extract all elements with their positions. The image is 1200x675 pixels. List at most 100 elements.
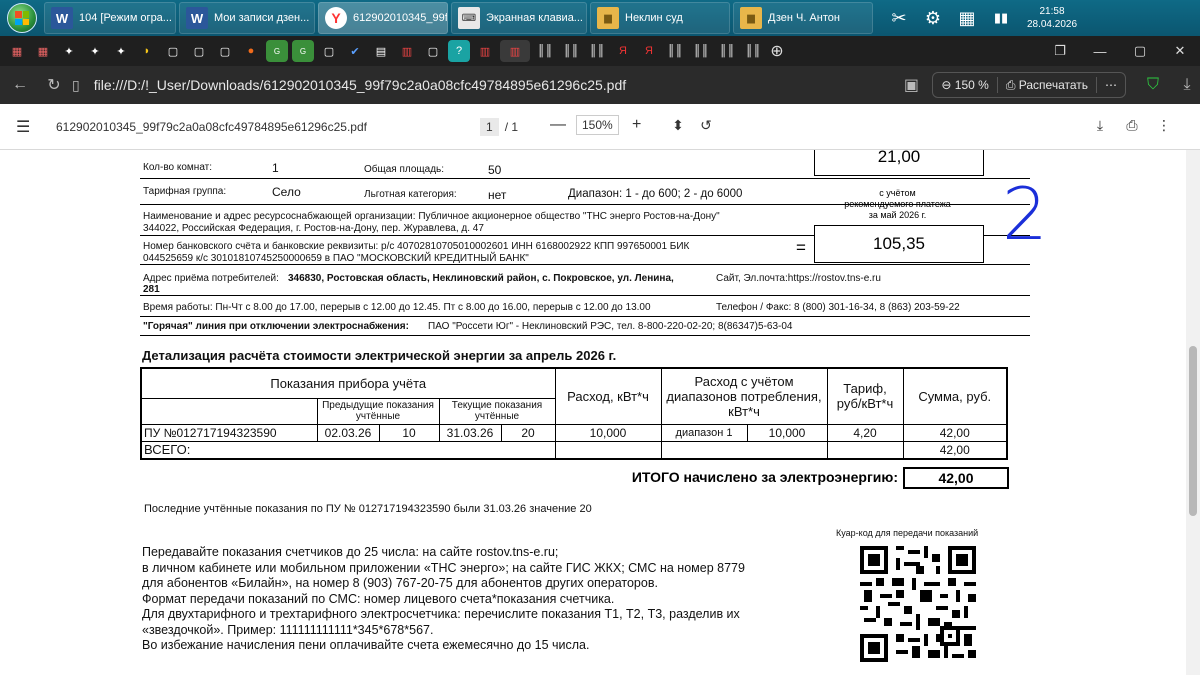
cell-consumption: 10,000: [554, 423, 662, 442]
tab-icon-barcode[interactable]: ║║: [690, 40, 712, 62]
tab-icon-banana[interactable]: ◗: [136, 40, 158, 62]
close-icon[interactable]: ✕: [1160, 43, 1200, 59]
menu-icon[interactable]: ☰: [16, 117, 46, 137]
zoom-out-button[interactable]: —: [548, 116, 568, 134]
page-number-input[interactable]: 1: [480, 118, 499, 136]
last-reading-note: Последние учтённые показания по ПУ № 012…: [144, 503, 592, 515]
tab-icon-question[interactable]: ?: [448, 40, 470, 62]
tab-icon-check[interactable]: ✔: [344, 40, 366, 62]
header-previous-readings: Предыдущие показания учтённые: [316, 397, 440, 425]
tab-icon-barcode[interactable]: ║║: [664, 40, 686, 62]
tab-icon-pdf[interactable]: ▥: [396, 40, 418, 62]
tab-icon-barcode[interactable]: ║║: [716, 40, 738, 62]
maximize-icon[interactable]: ▢: [1120, 43, 1160, 59]
print-label: Распечатать: [1018, 78, 1088, 92]
bank-line-2: 044525659 к/с 30101810745250000659 в ПАО…: [143, 253, 529, 264]
download-icon[interactable]: ⤓: [1174, 76, 1200, 94]
settings-gear-icon[interactable]: ⚙: [916, 3, 950, 33]
more-icon[interactable]: ⋯: [1097, 78, 1125, 92]
download-icon[interactable]: ⤓: [1084, 117, 1116, 134]
protect-shield-icon[interactable]: ⛉: [1140, 72, 1166, 98]
hotline-label: "Горячая" линия при отключении электросн…: [143, 321, 409, 332]
windows-logo-icon: [7, 3, 37, 33]
tab-icon-barcode[interactable]: ║║: [560, 40, 582, 62]
tab-icon-page[interactable]: ▢: [162, 40, 184, 62]
tab-icon-star[interactable]: ✦: [84, 40, 106, 62]
new-tab-plus-icon[interactable]: ⊕: [766, 41, 788, 61]
fit-page-icon[interactable]: ⬍: [664, 117, 692, 134]
cell-range-group: диапазон 1 10,000: [660, 423, 828, 442]
tab-icon-page[interactable]: ▢: [318, 40, 340, 62]
rotate-icon[interactable]: ↺: [692, 117, 720, 134]
tray-network-icon[interactable]: ▮▮: [984, 3, 1018, 33]
tab-manager-icon[interactable]: ❐: [1040, 43, 1080, 59]
address-bold-2: 281: [143, 284, 160, 295]
print-button[interactable]: ⎙ Распечатать: [998, 78, 1096, 93]
browser-tab-strip: ▦ ▦ ✦ ✦ ✦ ◗ ▢ ▢ ▢ ● G G ▢ ✔ ▤ ▥ ▢ ? ▥ ▥ …: [0, 36, 1200, 66]
range-text: Диапазон: 1 - до 600; 2 - до 6000: [568, 188, 743, 200]
table-row: ПУ №012717194323590 02.03.26 10 31.03.26…: [140, 423, 1008, 442]
back-arrow-icon[interactable]: ←: [6, 71, 34, 99]
tab-icon-pdf[interactable]: ▥: [474, 40, 496, 62]
working-hours: Время работы: Пн-Чт с 8.00 до 17.00, пер…: [143, 302, 651, 313]
start-button[interactable]: [0, 0, 44, 36]
cell-prev-value: 10: [378, 423, 440, 442]
tab-icon-barcode[interactable]: ║║: [534, 40, 556, 62]
total-empty: [554, 440, 662, 460]
detail-title: Детализация расчёта стоимости электричес…: [142, 348, 617, 363]
tab-icon-grid[interactable]: ▦: [32, 40, 54, 62]
instruction-line: в личном кабинете или мобильном приложен…: [142, 560, 745, 575]
tab-icon-barcode[interactable]: ║║: [586, 40, 608, 62]
print-icon[interactable]: ⎙: [1116, 117, 1148, 134]
reload-icon[interactable]: ↻: [40, 71, 68, 99]
taskbar-item-folder-1[interactable]: ▆ Неклин суд: [590, 2, 730, 34]
clock[interactable]: 21:58 28.04.2026: [1022, 5, 1082, 31]
tab-icon-green[interactable]: G: [266, 40, 288, 62]
tab-icon-star[interactable]: ✦: [110, 40, 132, 62]
tab-icon-yandex[interactable]: Я: [612, 40, 634, 62]
rooms-label: Кол-во комнат:: [143, 162, 213, 173]
detail-table: Показания прибора учёта Расход, кВт*ч Ра…: [140, 367, 1008, 460]
cell-curr-value: 20: [500, 423, 556, 442]
itogo-value: 42,00: [938, 470, 974, 486]
rooms-value: 1: [272, 161, 279, 175]
tab-icon-page[interactable]: ▢: [422, 40, 444, 62]
pdf-zoom-value[interactable]: 150%: [576, 115, 619, 135]
total-with-recommended-box: 105,35: [814, 225, 984, 263]
tab-icon-page[interactable]: ▢: [188, 40, 210, 62]
taskbar-item-word-2[interactable]: W Мои записи дзен...: [179, 2, 315, 34]
header-tariff: Тариф, руб/кВт*ч: [826, 367, 904, 425]
tab-icon-yandex[interactable]: Я: [638, 40, 660, 62]
url-field[interactable]: ▯ file:///D:/!_User/Downloads/6129020103…: [72, 77, 898, 94]
area-value: 50: [488, 163, 502, 177]
tab-icon-doc[interactable]: ▤: [370, 40, 392, 62]
control-panel-icon[interactable]: ▦: [950, 3, 984, 33]
info-row-address: Адрес приёма потребителей: 346830, Росто…: [140, 265, 1030, 296]
minimize-icon[interactable]: —: [1080, 44, 1120, 59]
taskbar-item-word-1[interactable]: W 104 [Режим огра...: [44, 2, 176, 34]
cell-curr-date: 31.03.26: [438, 423, 502, 442]
tab-icon-grid[interactable]: ▦: [6, 40, 28, 62]
tab-icon-green[interactable]: G: [292, 40, 314, 62]
taskbar-item-onscreen-keyboard[interactable]: ⌨ Экранная клавиа...: [451, 2, 587, 34]
zoom-in-button[interactable]: +: [627, 116, 647, 134]
instructions-block: Передавайте показания счетчиков до 25 чи…: [142, 545, 832, 654]
more-options-icon[interactable]: ⋮: [1148, 117, 1180, 134]
hotline-text: ПАО "Россети Юг" - Неклиновский РЭС, тел…: [428, 321, 793, 332]
bookmark-icon[interactable]: ▣: [898, 75, 924, 95]
tool-icon[interactable]: ✂: [882, 3, 916, 33]
instruction-line: Формат передачи показаний по СМС: номер …: [142, 591, 615, 606]
taskbar-item-folder-2[interactable]: ▆ Дзен Ч. Антон: [733, 2, 873, 34]
tab-active-pdf[interactable]: ▥: [500, 40, 530, 62]
note-line: за май 2026 г.: [868, 210, 927, 220]
instruction-line: Во избежание начисления пени оплачивайте…: [142, 638, 590, 652]
tab-icon-page[interactable]: ▢: [214, 40, 236, 62]
address-bold: 346830, Ростовская область, Неклиновский…: [288, 273, 674, 284]
zoom-indicator[interactable]: ⊖ 150 %: [933, 78, 996, 92]
tab-icon-search[interactable]: ●: [240, 40, 262, 62]
scrollbar-thumb[interactable]: [1189, 346, 1197, 516]
taskbar-item-browser[interactable]: Y 612902010345_99f...: [318, 2, 448, 34]
instruction-line: Передавайте показания счетчиков до 25 чи…: [142, 545, 559, 559]
tab-icon-star[interactable]: ✦: [58, 40, 80, 62]
tab-icon-barcode[interactable]: ║║: [742, 40, 764, 62]
